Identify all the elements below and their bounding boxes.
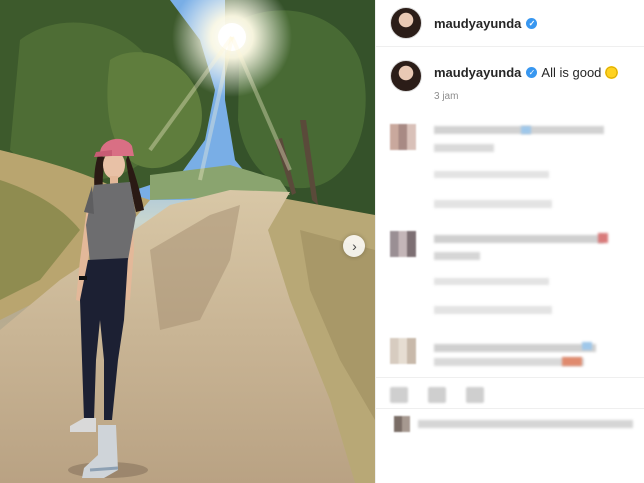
blurred-emoji — [562, 357, 582, 366]
blurred-comment-avatar — [390, 338, 416, 364]
like-icon[interactable] — [390, 387, 408, 403]
blurred-comment-text — [434, 144, 494, 152]
blurred-comment-avatar — [390, 124, 416, 150]
blurred-comment-avatar — [390, 231, 416, 257]
caption: maudyayunda ✓ All is good 3 jam — [390, 60, 619, 102]
header-username[interactable]: maudyayunda ✓ — [434, 16, 538, 31]
sun-emoji-icon — [605, 66, 619, 80]
blurred-view-replies — [434, 306, 552, 314]
caption-username[interactable]: maudyayunda — [434, 65, 521, 80]
username-text[interactable]: maudyayunda — [434, 16, 521, 31]
verified-icon: ✓ — [526, 67, 538, 79]
divider — [376, 408, 644, 409]
caption-body: maudyayunda ✓ All is good 3 jam — [434, 65, 619, 102]
avatar[interactable] — [390, 7, 422, 39]
verified-icon: ✓ — [526, 17, 538, 29]
share-icon[interactable] — [466, 387, 484, 403]
comment-icon[interactable] — [428, 387, 446, 403]
blurred-liker-avatar — [394, 416, 410, 432]
blurred-likes-text — [418, 420, 633, 428]
post-header: maudyayunda ✓ — [376, 0, 644, 47]
chevron-right-icon: › — [352, 238, 357, 254]
caption-avatar[interactable] — [390, 60, 422, 92]
blurred-comment-text — [434, 126, 604, 134]
blurred-comment-meta — [434, 278, 549, 285]
timestamp[interactable]: 3 jam — [434, 91, 618, 102]
blurred-comment-text — [434, 252, 480, 260]
photo-scene — [0, 0, 375, 483]
blurred-emoji — [582, 342, 592, 350]
blurred-emoji — [521, 126, 531, 134]
divider — [376, 377, 644, 378]
caption-text: All is good — [541, 65, 602, 80]
post-photo[interactable]: › — [0, 0, 375, 483]
blurred-comment-text — [434, 235, 604, 243]
blurred-comment-text — [434, 344, 596, 352]
post-side-panel: maudyayunda ✓ maudyayunda ✓ All is good 3 j… — [375, 0, 644, 483]
blurred-view-replies — [434, 200, 552, 208]
blurred-emoji — [598, 233, 608, 243]
next-photo-button[interactable]: › — [343, 235, 365, 257]
blurred-comment-meta — [434, 171, 549, 178]
